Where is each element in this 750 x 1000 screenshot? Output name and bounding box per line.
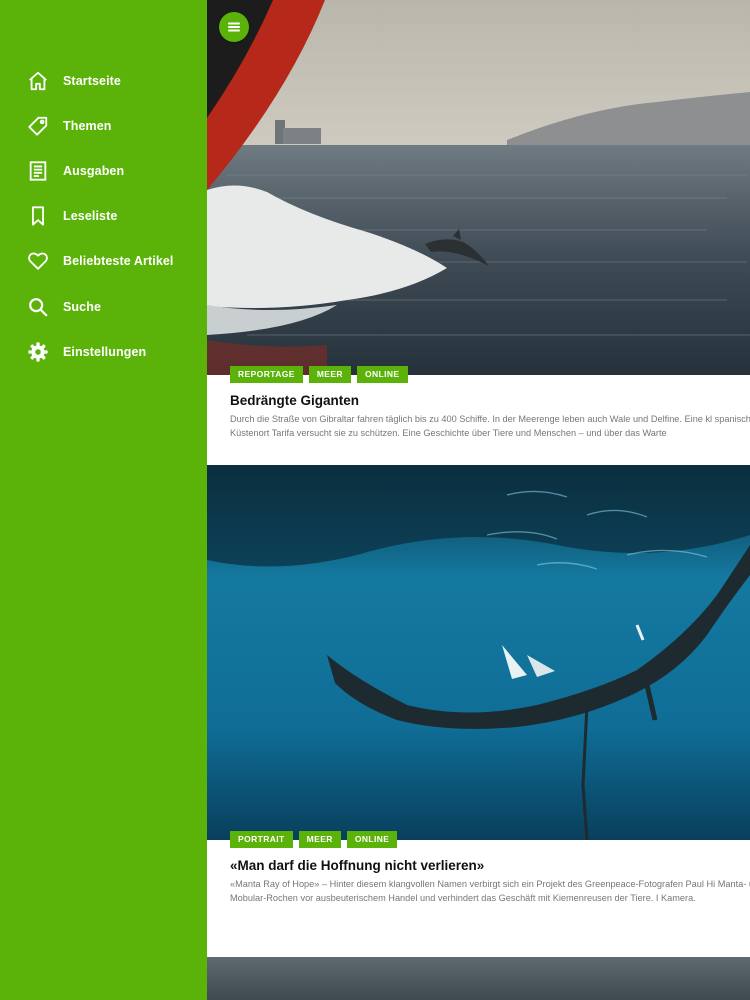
article-image-next[interactable] [207,957,750,1000]
tag-badge[interactable]: PORTRAIT [230,831,293,848]
article-image-manta[interactable] [207,465,750,840]
home-icon [27,70,49,92]
sidebar-item-startseite[interactable]: Startseite [0,58,207,103]
sidebar-item-beliebteste-artikel[interactable]: Beliebteste Artikel [0,239,207,284]
article-tags: PORTRAIT MEER ONLINE [230,831,398,848]
document-icon [27,160,49,182]
tag-icon [27,115,49,137]
sidebar-item-label: Beliebteste Artikel [63,254,174,269]
article-card[interactable]: REPORTAGE MEER ONLINE Bedrängte Giganten… [207,0,750,465]
article-title[interactable]: «Man darf die Hoffnung nicht verlieren» [230,858,484,873]
sidebar-item-label: Themen [63,118,112,133]
article-image-dolphin[interactable] [207,0,750,375]
app: Startseite Themen Ausgaben Leseliste Bel… [0,0,750,1000]
sidebar-item-leseliste[interactable]: Leseliste [0,194,207,239]
sidebar-item-themen[interactable]: Themen [0,103,207,148]
sidebar-item-einstellungen[interactable]: Einstellungen [0,329,207,374]
article-teaser: «Manta Ray of Hope» – Hinter diesem klan… [230,879,750,903]
heart-icon [27,250,49,272]
sidebar: Startseite Themen Ausgaben Leseliste Bel… [0,0,207,1000]
sidebar-item-label: Einstellungen [63,344,147,359]
article-teaser: Durch die Straße von Gibraltar fahren tä… [230,414,750,438]
hamburger-icon [228,22,240,32]
gear-icon [27,341,49,363]
sidebar-item-suche[interactable]: Suche [0,284,207,329]
menu-button[interactable] [219,12,249,42]
search-icon [27,296,49,318]
article-tags: REPORTAGE MEER ONLINE [230,366,408,383]
sidebar-item-label: Startseite [63,73,121,88]
bookmark-icon [27,205,49,227]
tag-badge[interactable]: ONLINE [356,366,408,383]
tag-badge[interactable]: REPORTAGE [230,366,303,383]
tag-badge[interactable]: MEER [308,366,351,383]
article-card[interactable]: PORTRAIT MEER ONLINE «Man darf die Hoffn… [207,465,750,957]
sidebar-item-label: Leseliste [63,209,118,224]
article-feed: REPORTAGE MEER ONLINE Bedrängte Giganten… [207,0,750,1000]
sidebar-item-label: Suche [63,299,102,314]
sidebar-item-label: Ausgaben [63,163,125,178]
tag-badge[interactable]: MEER [298,831,341,848]
article-title[interactable]: Bedrängte Giganten [230,393,359,408]
tag-badge[interactable]: ONLINE [346,831,398,848]
sidebar-item-ausgaben[interactable]: Ausgaben [0,148,207,193]
